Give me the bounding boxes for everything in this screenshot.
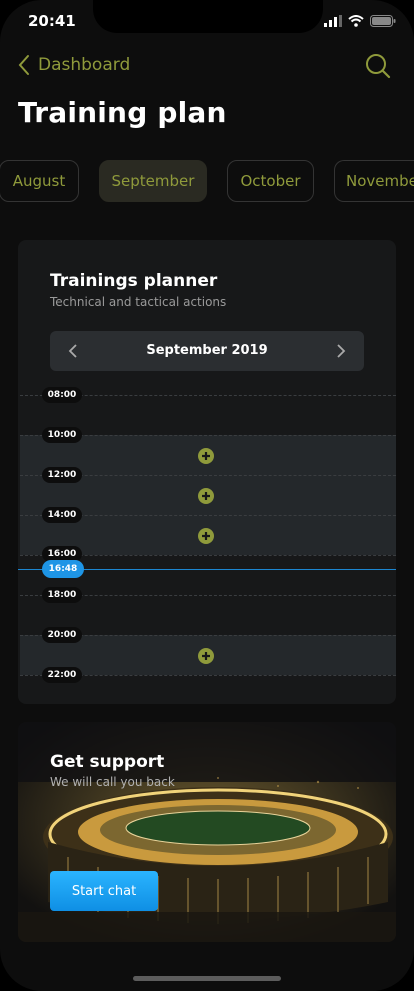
search-icon — [366, 54, 391, 79]
add-training-icon[interactable] — [198, 648, 214, 664]
top-nav: Dashboard — [0, 50, 414, 84]
time-label: 18:00 — [42, 587, 82, 603]
current-month-label: September 2019 — [146, 343, 268, 358]
time-label: 22:00 — [42, 667, 82, 683]
support-title: Get support — [50, 752, 165, 772]
phone-screen: 20:41 Dashboard Training plan August Sep… — [0, 0, 414, 991]
add-training-icon[interactable] — [198, 448, 214, 464]
current-time-label: 16:48 — [42, 560, 84, 578]
month-tab-august[interactable]: August — [0, 160, 79, 202]
back-label: Dashboard — [38, 55, 131, 75]
time-label: 10:00 — [42, 427, 82, 443]
trainings-planner-card: Trainings planner Technical and tactical… — [18, 240, 396, 704]
start-chat-button[interactable]: Start chat — [50, 871, 158, 911]
planner-subtitle: Technical and tactical actions — [50, 295, 227, 309]
chevron-left-icon[interactable] — [68, 343, 78, 359]
support-subtitle: We will call you back — [50, 775, 175, 789]
back-button[interactable]: Dashboard — [18, 54, 130, 76]
page-title: Training plan — [18, 96, 227, 129]
planner-title: Trainings planner — [50, 271, 218, 291]
time-label: 14:00 — [42, 507, 82, 523]
chevron-right-icon[interactable] — [336, 343, 346, 359]
month-tab-september[interactable]: September — [99, 160, 207, 202]
time-label: 08:00 — [42, 387, 82, 403]
status-time: 20:41 — [28, 12, 76, 30]
add-training-icon[interactable] — [198, 488, 214, 504]
search-button[interactable] — [364, 52, 392, 84]
battery-icon — [370, 15, 396, 27]
device-notch — [93, 0, 323, 33]
wifi-icon — [348, 15, 364, 27]
month-tab-november[interactable]: November — [334, 160, 414, 202]
month-selector: August September October November — [0, 160, 414, 202]
signal-icon — [324, 15, 342, 27]
add-training-icon[interactable] — [198, 528, 214, 544]
time-label: 12:00 — [42, 467, 82, 483]
month-tab-october[interactable]: October — [227, 160, 314, 202]
get-support-card: Get support We will call you back Start … — [18, 722, 396, 942]
month-navigator: September 2019 — [50, 331, 364, 371]
status-icons — [324, 15, 396, 27]
chevron-left-icon — [18, 55, 29, 75]
time-label: 20:00 — [42, 627, 82, 643]
home-indicator[interactable] — [133, 976, 281, 981]
